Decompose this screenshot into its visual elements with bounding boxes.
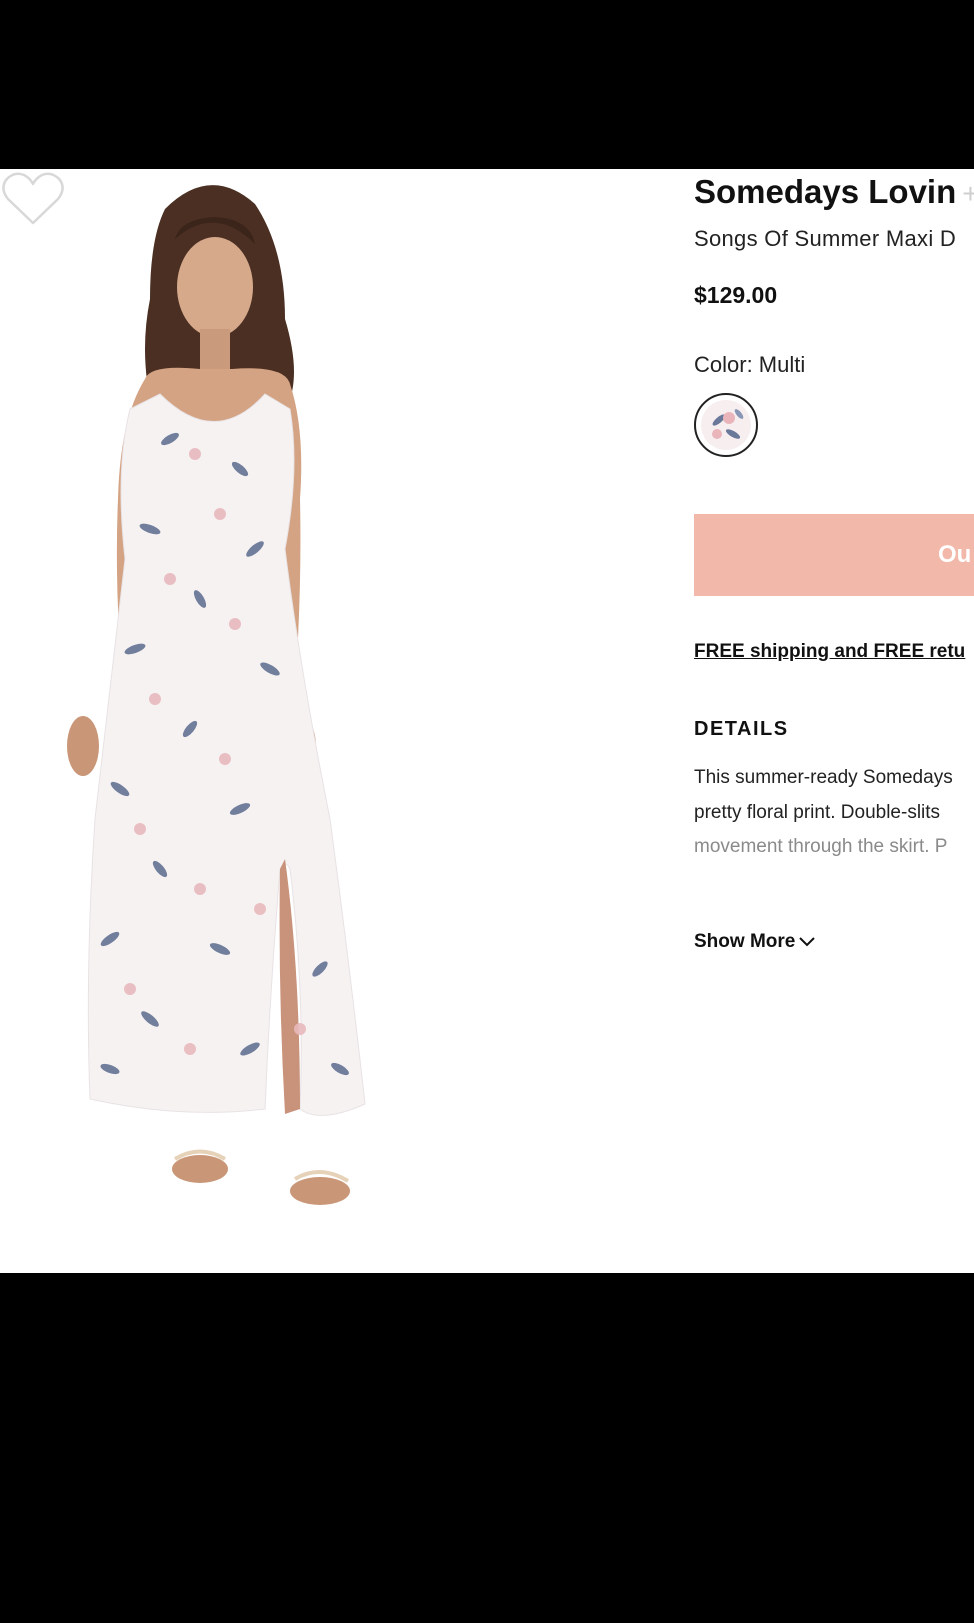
out-of-stock-button[interactable]: Ou (694, 514, 974, 596)
product-name: Songs Of Summer Maxi D (694, 226, 957, 251)
free-shipping-link[interactable]: FREE shipping and FREE retu (694, 641, 965, 663)
model-photo (67, 185, 366, 1205)
product-price: $129.00 (694, 282, 778, 308)
brand-name[interactable]: Somedays Lovin (694, 173, 956, 210)
show-more-label: Show More (694, 931, 796, 952)
color-label: Color: Multi (694, 352, 806, 377)
brand-plus-icon[interactable]: + (962, 178, 974, 209)
heart-outline-icon[interactable] (0, 169, 66, 229)
floral-swatch-image (701, 400, 751, 450)
color-swatch-multi[interactable] (694, 393, 758, 457)
product-page: Somedays Lovin + Songs Of Summer Maxi D $… (0, 169, 974, 1273)
brand-row: Somedays Lovin + (694, 173, 974, 211)
details-heading: DETAILS (694, 718, 789, 740)
product-image[interactable] (0, 169, 560, 1273)
chevron-down-icon (799, 937, 816, 947)
show-more-button[interactable]: Show More (694, 931, 816, 953)
screen: Somedays Lovin + Songs Of Summer Maxi D $… (0, 0, 974, 1623)
description-line: This summer-ready Somedays (694, 767, 953, 788)
description-line: movement through the skirt. P (694, 836, 948, 857)
description-line: pretty floral print. Double-slits (694, 802, 941, 823)
